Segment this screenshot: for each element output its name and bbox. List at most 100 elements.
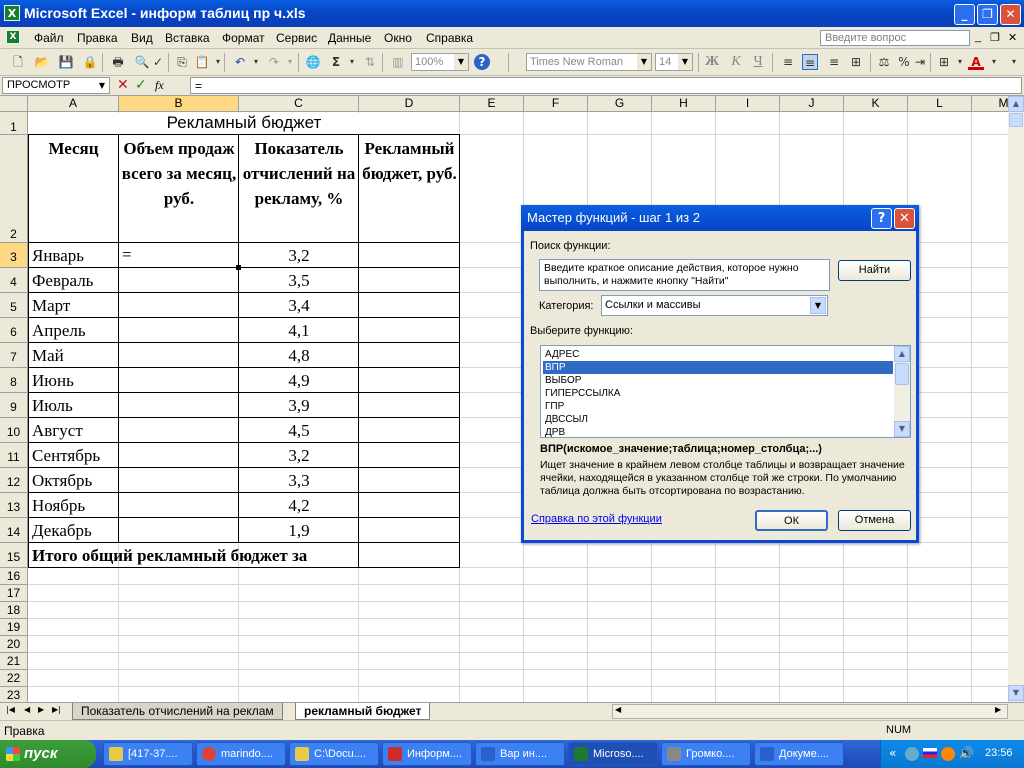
select-all-corner[interactable]	[0, 96, 28, 112]
redo-icon[interactable]: ↷	[266, 54, 282, 70]
sheet-tab-budget[interactable]: рекламный бюджет	[295, 703, 431, 720]
column-header[interactable]: D	[359, 96, 460, 112]
percent-icon[interactable]: %	[896, 54, 912, 70]
menu-window[interactable]: Окно	[384, 31, 412, 45]
column-header[interactable]: G	[588, 96, 652, 112]
underline-button[interactable]: Ч	[750, 54, 766, 70]
total-label[interactable]: Итого общий рекламный бюджет за	[32, 544, 307, 568]
chevron-down-icon[interactable]: ▼	[454, 54, 468, 70]
rate-cell[interactable]: 3,3	[240, 469, 358, 493]
row-header[interactable]: 19	[0, 619, 28, 636]
row-header[interactable]: 14	[0, 518, 28, 543]
dialog-close-button[interactable]: ✕	[894, 208, 915, 229]
row-header[interactable]: 7	[0, 343, 28, 368]
month-cell[interactable]: Март	[32, 294, 70, 318]
month-cell[interactable]: Февраль	[32, 269, 93, 293]
doc-minimize-button[interactable]: _	[975, 31, 981, 43]
dialog-title-bar[interactable]: Мастер функций - шаг 1 из 2 ? ✕	[521, 205, 919, 231]
menu-file[interactable]: Файл	[34, 31, 64, 45]
rate-cell[interactable]: 3,2	[240, 244, 358, 268]
row-header[interactable]: 6	[0, 318, 28, 343]
row-header[interactable]: 21	[0, 653, 28, 670]
row-header[interactable]: 4	[0, 268, 28, 293]
zoom-select[interactable]: 100% ▼	[411, 53, 469, 71]
formula-input[interactable]: =	[190, 77, 1022, 94]
toolbar-options-icon[interactable]: ▾	[1006, 54, 1022, 70]
prev-sheet-icon[interactable]: ◀	[24, 705, 30, 714]
row-header[interactable]: 2	[0, 135, 28, 243]
chevron-down-icon[interactable]: ▼	[678, 54, 692, 70]
find-button[interactable]: Найти	[838, 260, 911, 281]
row-header[interactable]: 12	[0, 468, 28, 493]
font-color-button[interactable]: А	[968, 54, 984, 70]
print-preview-icon[interactable]: 🔍	[134, 54, 150, 70]
function-item[interactable]: ГПР	[543, 400, 893, 413]
language-flag-icon[interactable]	[923, 748, 937, 758]
sort-icon[interactable]: ⇅	[362, 54, 378, 70]
last-sheet-icon[interactable]: ▶|	[52, 705, 61, 714]
scroll-left-icon[interactable]: ◀	[615, 705, 621, 714]
help-icon[interactable]: ?	[474, 54, 490, 70]
row-header[interactable]: 5	[0, 293, 28, 318]
new-file-icon[interactable]: 🗋	[10, 54, 26, 70]
cancel-formula-icon[interactable]: ✕	[117, 77, 129, 93]
row-header[interactable]: 9	[0, 393, 28, 418]
function-item[interactable]: ДВССЫЛ	[543, 413, 893, 426]
active-cell-b3[interactable]: =	[122, 243, 132, 267]
merge-center-icon[interactable]: ⊞	[848, 54, 864, 70]
row-header[interactable]: 20	[0, 636, 28, 653]
scroll-up-icon[interactable]: ▲	[894, 346, 910, 362]
task-item[interactable]: C:\Docu....	[289, 742, 379, 766]
enter-formula-icon[interactable]: ✓	[135, 77, 147, 93]
task-item[interactable]: Громко....	[661, 742, 751, 766]
scroll-down-icon[interactable]: ▼	[1008, 685, 1024, 701]
header-month[interactable]: Месяц	[29, 136, 118, 161]
tray-expand-icon[interactable]: «	[889, 746, 896, 760]
task-item[interactable]: marindo....	[196, 742, 286, 766]
task-item[interactable]: [417-37....	[103, 742, 193, 766]
font-size-select[interactable]: 14 ▼	[655, 53, 693, 71]
row-header[interactable]: 15	[0, 543, 28, 568]
borders-icon[interactable]: ⊞	[936, 54, 952, 70]
month-cell[interactable]: Ноябрь	[32, 494, 85, 518]
print-icon[interactable]: 🖶	[110, 54, 126, 70]
rate-cell[interactable]: 4,5	[240, 419, 358, 443]
column-header[interactable]: A	[28, 96, 119, 112]
rate-cell[interactable]: 3,5	[240, 269, 358, 293]
font-name-select[interactable]: Times New Roman ▼	[526, 53, 652, 71]
redo-dropdown-icon[interactable]: ▾	[282, 54, 298, 70]
save-icon[interactable]: 💾	[58, 54, 74, 70]
function-help-link[interactable]: Справка по этой функции	[531, 513, 662, 525]
name-box[interactable]: ПРОСМОТР ▼	[2, 77, 110, 94]
month-cell[interactable]: Январь	[32, 244, 84, 268]
column-header[interactable]: L	[908, 96, 972, 112]
rate-cell[interactable]: 1,9	[240, 519, 358, 543]
indent-icon[interactable]: ⇥	[912, 54, 928, 70]
help-question-input[interactable]: Введите вопрос	[820, 30, 970, 46]
scroll-thumb[interactable]	[1009, 113, 1023, 127]
function-item[interactable]: АДРЕС	[543, 348, 893, 361]
doc-close-button[interactable]: ✕	[1008, 31, 1017, 44]
search-function-input[interactable]: Введите краткое описание действия, котор…	[539, 259, 830, 291]
bold-button[interactable]: Ж	[704, 54, 720, 70]
function-item[interactable]: ГИПЕРССЫЛКА	[543, 387, 893, 400]
currency-icon[interactable]: ⚖	[876, 54, 892, 70]
vertical-scrollbar[interactable]: ▲ ▼	[1008, 96, 1024, 702]
scroll-down-icon[interactable]: ▼	[894, 421, 910, 437]
row-header[interactable]: 18	[0, 602, 28, 619]
column-header[interactable]: M	[972, 96, 1008, 112]
doc-restore-button[interactable]: ❐	[990, 31, 1000, 44]
rate-cell[interactable]: 3,9	[240, 394, 358, 418]
menu-edit[interactable]: Правка	[77, 31, 118, 45]
app-tray-icon[interactable]	[941, 747, 955, 761]
borders-dropdown-icon[interactable]: ▾	[952, 54, 968, 70]
italic-button[interactable]: К	[728, 54, 744, 70]
row-header[interactable]: 16	[0, 568, 28, 585]
month-cell[interactable]: Апрель	[32, 319, 86, 343]
open-folder-icon[interactable]: 📂	[34, 54, 50, 70]
month-cell[interactable]: Июль	[32, 394, 73, 418]
rate-cell[interactable]: 4,9	[240, 369, 358, 393]
align-right-icon[interactable]: ≡	[826, 54, 842, 70]
header-rate[interactable]: Показатель отчислений на рекламу, %	[240, 136, 358, 211]
header-budget[interactable]: Рекламный бюджет, руб.	[360, 136, 459, 186]
